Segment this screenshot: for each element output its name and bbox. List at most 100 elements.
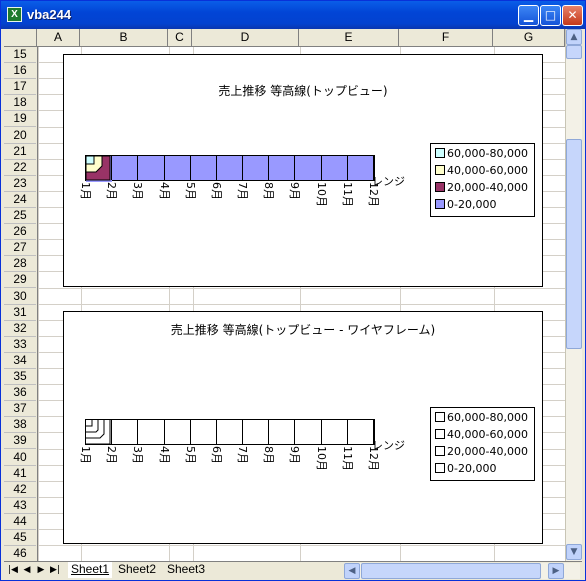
row-header[interactable]: 21 bbox=[4, 144, 36, 160]
row-header[interactable]: 26 bbox=[4, 224, 36, 241]
row-header[interactable]: 41 bbox=[4, 466, 36, 482]
row-header[interactable]: 18 bbox=[4, 95, 36, 112]
column-header-b[interactable]: B bbox=[80, 29, 168, 46]
legend-swatch bbox=[435, 429, 445, 439]
tab-sheet3[interactable]: Sheet3 bbox=[164, 562, 208, 578]
row-header[interactable]: 30 bbox=[4, 289, 36, 305]
legend-label: 60,000-80,000 bbox=[447, 147, 528, 160]
scroll-thumb[interactable] bbox=[566, 139, 582, 349]
column-header-g[interactable]: G bbox=[493, 29, 565, 46]
maximize-button[interactable]: □ bbox=[540, 5, 561, 26]
row-header[interactable]: 44 bbox=[4, 514, 36, 530]
row-header[interactable]: 43 bbox=[4, 498, 36, 514]
legend-label: 60,000-80,000 bbox=[447, 411, 528, 424]
contour-chart-top-view[interactable]: 売上推移 等高線(トップビュー) レンジ 1月 2月 3月 4月 5月 6月 7月 8月 9月 1… bbox=[63, 54, 543, 287]
row-header[interactable]: 37 bbox=[4, 401, 36, 418]
legend-item[interactable]: 0-20,000 bbox=[435, 462, 496, 476]
scroll-down-button[interactable]: ▼ bbox=[566, 544, 582, 560]
row-header[interactable]: 46 bbox=[4, 546, 36, 561]
category-gridline bbox=[86, 156, 374, 180]
chart-title: 売上推移 等高線(トップビュー) bbox=[218, 84, 388, 98]
row-header[interactable]: 27 bbox=[4, 240, 36, 257]
x-tick-label: 4月 bbox=[157, 446, 171, 464]
row-header[interactable]: 33 bbox=[4, 337, 36, 353]
row-header[interactable]: 25 bbox=[4, 208, 36, 224]
x-tick-label: 5月 bbox=[183, 182, 197, 200]
close-button[interactable]: ✕ bbox=[562, 5, 583, 26]
row-header[interactable]: 32 bbox=[4, 321, 36, 337]
tab-sheet2[interactable]: Sheet2 bbox=[115, 562, 159, 578]
column-header-e[interactable]: E bbox=[299, 29, 399, 46]
x-tick-label: 8月 bbox=[262, 446, 276, 464]
legend-item[interactable]: 0-20,000 bbox=[435, 198, 496, 212]
next-sheet-icon[interactable]: ▶ bbox=[34, 563, 48, 578]
legend-label: 0-20,000 bbox=[447, 462, 497, 475]
legend-item[interactable]: 60,000-80,000 bbox=[435, 411, 528, 425]
x-tick-label: 2月 bbox=[105, 182, 119, 200]
x-tick-label: 1月 bbox=[79, 182, 92, 200]
row-header[interactable]: 24 bbox=[4, 192, 36, 208]
x-tick-label: 12月 bbox=[367, 182, 380, 207]
x-tick-label: 10月 bbox=[314, 446, 328, 471]
tab-sheet1[interactable]: Sheet1 bbox=[68, 562, 113, 578]
column-header-d[interactable]: D bbox=[192, 29, 299, 46]
row-header[interactable]: 39 bbox=[4, 433, 36, 450]
legend-swatch bbox=[435, 182, 445, 192]
category-gridline bbox=[86, 420, 374, 444]
legend-label: 20,000-40,000 bbox=[447, 445, 528, 458]
legend-swatch bbox=[435, 463, 445, 473]
row-header[interactable]: 19 bbox=[4, 111, 36, 128]
legend-item[interactable]: 60,000-80,000 bbox=[435, 147, 528, 161]
column-header-a[interactable]: A bbox=[37, 29, 80, 46]
chart-legend[interactable]: 60,000-80,000 40,000-60,000 20,000-40,000 0… bbox=[430, 143, 535, 217]
row-header[interactable]: 40 bbox=[4, 450, 36, 466]
column-header-f[interactable]: F bbox=[399, 29, 493, 46]
contour-chart-wireframe[interactable]: 売上推移 等高線(トップビュー - ワイヤフレーム) レンジ 1月 2月 3月 4月 5… bbox=[63, 311, 543, 544]
legend-swatch bbox=[435, 199, 445, 209]
legend-swatch bbox=[435, 412, 445, 422]
row-header[interactable]: 31 bbox=[4, 305, 36, 321]
row-header[interactable]: 16 bbox=[4, 63, 36, 80]
x-tick-label: 8月 bbox=[262, 182, 276, 200]
legend-item[interactable]: 40,000-60,000 bbox=[435, 428, 528, 442]
row-headers: 15 16 17 18 19 20 21 22 23 24 25 26 27 28 29 30 31 32 33 34… bbox=[4, 47, 38, 561]
row-header[interactable]: 42 bbox=[4, 482, 36, 498]
column-header-c[interactable]: C bbox=[168, 29, 192, 46]
horizontal-scroll-thumb[interactable] bbox=[361, 563, 541, 579]
prev-sheet-icon[interactable]: ◀ bbox=[20, 563, 34, 578]
title-bar[interactable]: X vba244 ▁ □ ✕ bbox=[1, 1, 585, 29]
legend-item[interactable]: 40,000-60,000 bbox=[435, 164, 528, 178]
split-box[interactable] bbox=[566, 45, 582, 59]
plot-area[interactable] bbox=[85, 155, 375, 182]
chart-legend[interactable]: 60,000-80,000 40,000-60,000 20,000-40,000 0… bbox=[430, 407, 535, 481]
row-header[interactable]: 23 bbox=[4, 176, 36, 192]
plot-area[interactable] bbox=[85, 419, 375, 445]
row-header[interactable]: 38 bbox=[4, 417, 36, 434]
row-header[interactable]: 35 bbox=[4, 369, 36, 385]
x-tick-label: 3月 bbox=[131, 182, 145, 200]
row-header[interactable]: 22 bbox=[4, 160, 36, 176]
row-header[interactable]: 29 bbox=[4, 272, 36, 289]
row-header[interactable]: 36 bbox=[4, 385, 36, 402]
vertical-scrollbar[interactable]: ▲ ▼ bbox=[565, 29, 582, 561]
legend-item[interactable]: 20,000-40,000 bbox=[435, 181, 528, 195]
legend-label: 40,000-60,000 bbox=[447, 428, 528, 441]
row-header[interactable]: 20 bbox=[4, 128, 36, 144]
row-header[interactable]: 45 bbox=[4, 530, 36, 546]
last-sheet-icon[interactable]: ▶| bbox=[48, 563, 62, 578]
row-header[interactable]: 17 bbox=[4, 79, 36, 96]
first-sheet-icon[interactable]: |◀ bbox=[6, 563, 20, 578]
horizontal-scrollbar[interactable]: ◀ ▶ bbox=[344, 563, 580, 579]
scroll-right-button[interactable]: ▶ bbox=[548, 563, 564, 579]
gridline bbox=[38, 545, 565, 547]
scroll-up-button[interactable]: ▲ bbox=[566, 29, 582, 45]
legend-label: 40,000-60,000 bbox=[447, 164, 528, 177]
x-tick-label: 11月 bbox=[340, 446, 354, 471]
scroll-left-button[interactable]: ◀ bbox=[344, 563, 360, 579]
row-header[interactable]: 34 bbox=[4, 353, 36, 369]
row-header[interactable]: 28 bbox=[4, 256, 36, 273]
row-header[interactable]: 15 bbox=[4, 47, 36, 63]
select-all-corner[interactable] bbox=[4, 29, 37, 46]
legend-item[interactable]: 20,000-40,000 bbox=[435, 445, 528, 459]
minimize-button[interactable]: ▁ bbox=[518, 5, 539, 26]
